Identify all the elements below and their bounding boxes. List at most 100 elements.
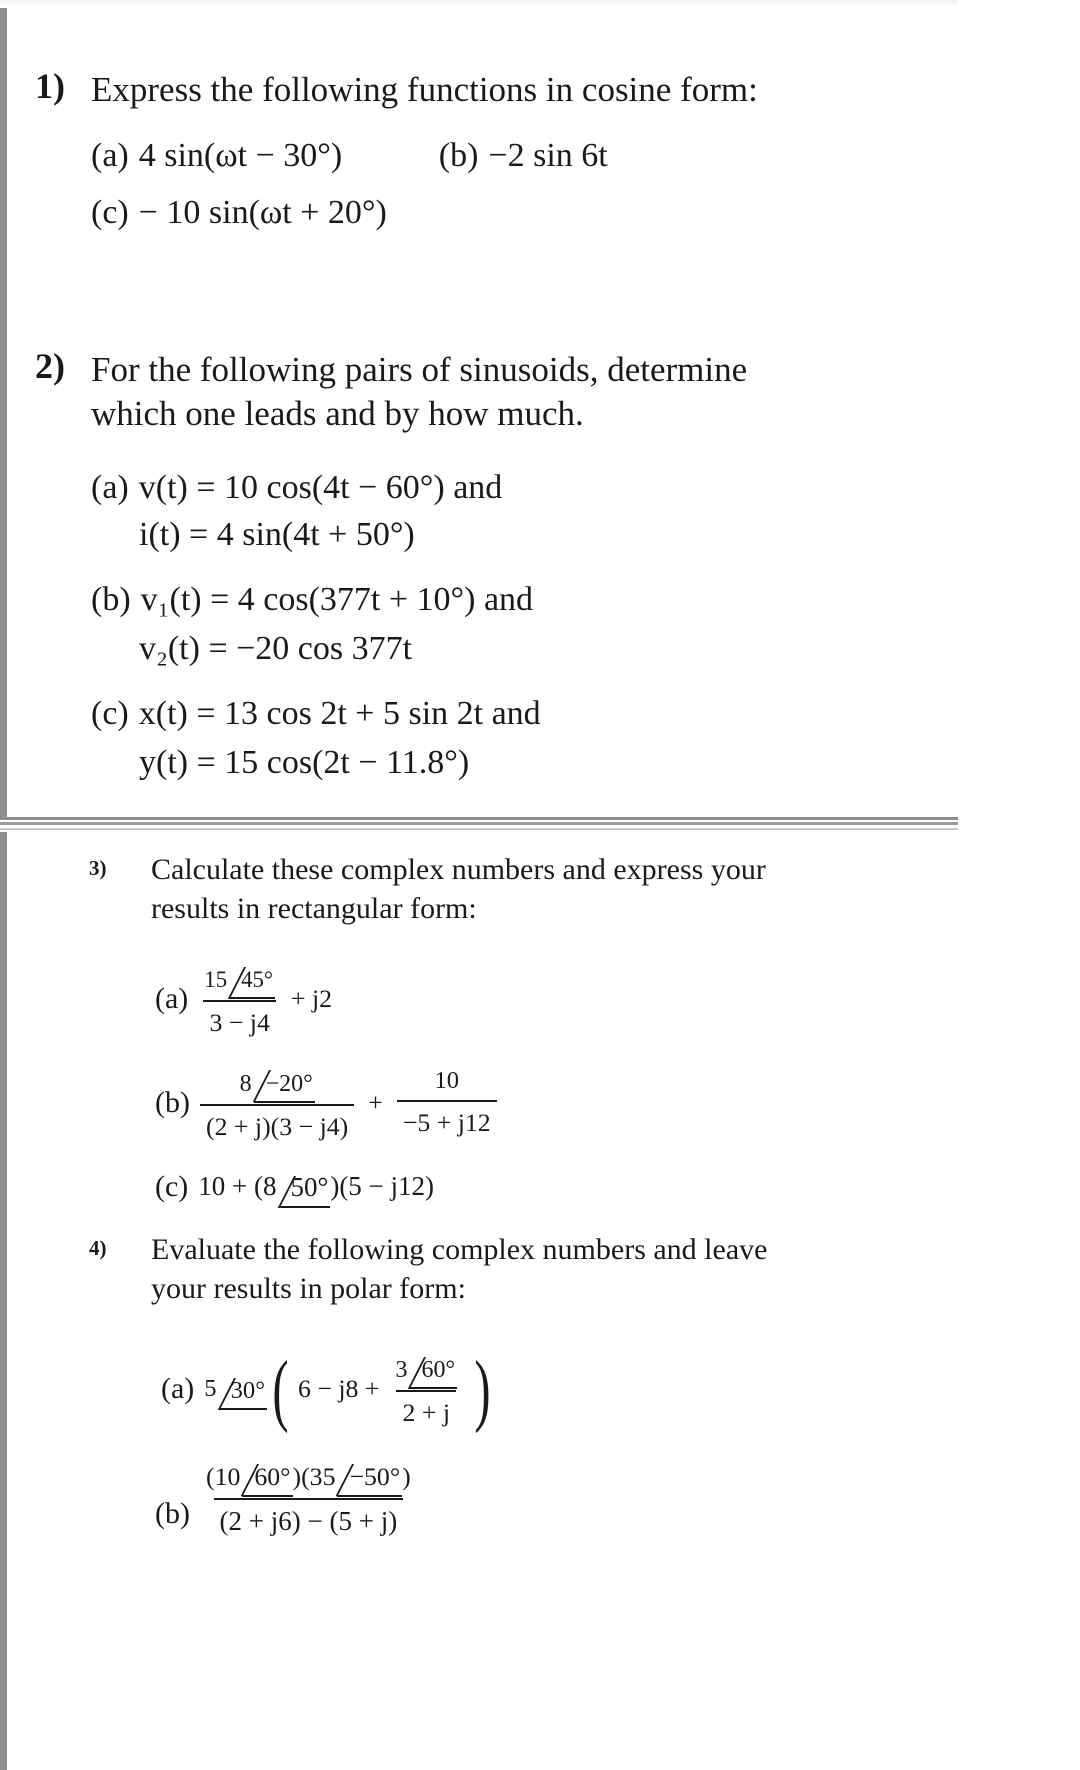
angle-icon: 60°	[407, 1348, 457, 1389]
problem-4-number: 4)	[89, 1236, 107, 1260]
problem-4a-inner-fraction: 3 60° 2 + j	[389, 1348, 463, 1430]
problem-2: 2) For the following pairs of sinusoids,…	[35, 348, 945, 788]
problem-3c-prefix: 10 + (8	[198, 1171, 277, 1202]
problem-4b-numerator-part-2-angle: −50°	[349, 1461, 401, 1491]
problem-1c-label: (c)	[91, 193, 129, 231]
problem-3a-label: (a)	[155, 982, 189, 1016]
problem-4a-inner-numerator-magnitude: 3	[395, 1357, 408, 1383]
problem-3b: (b) 8 −20° (2 + j)(3 − j4) + 10 −5 + j12	[151, 1062, 766, 1144]
scan-divider	[0, 822, 958, 832]
problem-3c: (c) 10 + (8 50°)(5 − j12)	[151, 1167, 766, 1209]
problem-4a-inner-numerator-angle: 60°	[421, 1357, 456, 1383]
problem-3b-denominator-2: −5 + j12	[396, 1100, 497, 1140]
divider-bar-light	[0, 828, 958, 830]
problem-3b-fraction-2: 10 −5 + j12	[396, 1065, 497, 1140]
problem-4a-group: ( 6 − j8 + 3 60° 2 + j )	[267, 1348, 496, 1430]
problem-2b: (b) v₁(t) = 4 cos(377t + 10°) and v₂(t) …	[91, 574, 747, 674]
problem-3-statement-line-1: Calculate these complex numbers and expr…	[151, 853, 766, 886]
problem-1a-label: (a)	[91, 136, 129, 174]
problem-3c-suffix: )(5 − j12)	[330, 1171, 435, 1202]
problem-3a-fraction: 15 45° 3 − j4	[198, 958, 281, 1040]
problem-2a-label: (a)	[91, 468, 129, 506]
problem-3-number: 3)	[89, 856, 107, 880]
problem-3-body: Calculate these complex numbers and expr…	[151, 850, 766, 1209]
problem-4-body: Evaluate the following complex numbers a…	[151, 1230, 767, 1539]
problem-1b-label: (b)	[438, 136, 479, 174]
upper-scan-block: 1) Express the following functions in co…	[0, 8, 958, 820]
problem-2-statement-line-1: For the following pairs of sinusoids, de…	[91, 350, 748, 389]
problem-1-row-2: (c) − 10 sin(ωt + 20°)	[91, 187, 758, 238]
problem-3b-label: (b)	[155, 1085, 190, 1119]
divider-bar-dark	[0, 822, 958, 825]
problem-2-body: For the following pairs of sinusoids, de…	[91, 348, 747, 788]
problem-3a-tail: + j2	[291, 984, 333, 1013]
problem-1b-expression: −2 sin 6t	[488, 136, 608, 174]
problem-3a-numerator-magnitude: 15	[204, 967, 228, 992]
problem-4a-inner-denominator: 2 + j	[396, 1390, 456, 1430]
problem-2c-line-2: y(t) = 15 cos(2t − 11.8°)	[139, 743, 470, 781]
problem-3a-numerator: 15 45°	[198, 958, 281, 1000]
problem-3-statement-line-2: results in rectangular form:	[151, 892, 477, 925]
problem-3b-numerator-1-magnitude: 8	[239, 1070, 252, 1097]
problem-2a-line-1: v(t) = 10 cos(4t − 60°) and	[138, 468, 503, 506]
lower-scan-block: 3) Calculate these complex numbers and e…	[0, 832, 958, 1770]
problem-2c: (c) x(t) = 13 cos 2t + 5 sin 2t and y(t)…	[91, 688, 747, 788]
worksheet-page: 1) Express the following functions in co…	[0, 0, 1080, 1770]
problem-3c-label: (c)	[155, 1170, 189, 1204]
angle-icon: 30°	[217, 1369, 268, 1411]
problem-1-row-1: (a) 4 sin(ωt − 30°) (b) −2 sin 6t	[91, 130, 758, 181]
problem-2c-line-1: x(t) = 13 cos 2t + 5 sin 2t and	[138, 694, 541, 732]
problem-4a-outer-magnitude: 5	[204, 1374, 217, 1402]
problem-1a-expression: 4 sin(ωt − 30°)	[138, 136, 343, 174]
problem-3a: (a) 15 45° 3 − j4 + j2	[151, 958, 766, 1040]
problem-4a-label: (a)	[161, 1372, 195, 1406]
angle-icon: 50°	[277, 1167, 331, 1209]
problem-4b-numerator-end: )	[402, 1461, 411, 1491]
problem-3b-numerator-1-angle: −20°	[265, 1070, 313, 1097]
problem-4b-numerator-part-1-magnitude: (10	[205, 1461, 241, 1491]
left-paren-icon: (	[272, 1343, 289, 1434]
problem-3a-numerator-angle: 45°	[241, 967, 274, 992]
page-right-margin	[958, 0, 1080, 1770]
problem-4-statement-line-1: Evaluate the following complex numbers a…	[151, 1233, 768, 1266]
problem-1c-expression: − 10 sin(ωt + 20°)	[138, 193, 387, 231]
problem-4b-fraction: (10 60°)(35 −50°) (2 + j6) − (5 + j)	[200, 1456, 417, 1539]
problem-4a: (a) 5 30° ( 6 − j8 + 3 60° 2 + j )	[151, 1348, 767, 1430]
problem-4b-denominator: (2 + j6) − (5 + j)	[213, 1497, 404, 1539]
angle-icon: 45°	[227, 958, 275, 999]
problem-3b-denominator-1: (2 + j)(3 − j4)	[199, 1103, 355, 1144]
problem-3b-operator: +	[368, 1087, 383, 1117]
problem-4b-numerator-part-1-angle: 60°	[254, 1461, 291, 1491]
problem-1-statement: Express the following functions in cosin…	[91, 70, 758, 109]
problem-2a: (a) v(t) = 10 cos(4t − 60°) and i(t) = 4…	[91, 462, 747, 560]
problem-4a-inner-numerator: 3 60°	[389, 1348, 463, 1390]
problem-2b-line-2: v₂(t) = −20 cos 377t	[139, 629, 413, 667]
problem-2-statement-line-2: which one leads and by how much.	[91, 393, 584, 433]
problem-1-body: Express the following functions in cosin…	[91, 68, 758, 238]
problem-4: 4) Evaluate the following complex number…	[89, 1230, 939, 1539]
problem-2b-line-1: v₁(t) = 4 cos(377t + 10°) and	[140, 580, 534, 618]
right-paren-icon: )	[474, 1343, 491, 1434]
problem-3b-numerator-2: 10	[434, 1067, 460, 1095]
page-top-edge	[0, 0, 1080, 6]
problem-3b-numerator-1: 8 −20°	[234, 1062, 321, 1104]
problem-3c-angle: 50°	[290, 1172, 329, 1203]
problem-4a-inner-lead: 6 − j8 +	[298, 1374, 380, 1403]
problem-2c-label: (c)	[91, 694, 129, 732]
angle-icon: −20°	[252, 1062, 315, 1103]
problem-4-statement-line-2: your results in polar form:	[151, 1272, 466, 1305]
problem-2-number: 2)	[35, 346, 65, 386]
angle-icon: 60°	[240, 1456, 293, 1497]
problem-4b-numerator-middle: )(35	[292, 1461, 336, 1491]
problem-2b-label: (b)	[91, 580, 131, 618]
angle-icon: −50°	[335, 1456, 402, 1497]
problem-2a-line-2: i(t) = 4 sin(4t + 50°)	[139, 515, 415, 553]
problem-3a-denominator: 3 − j4	[203, 1000, 276, 1040]
problem-1-number: 1)	[35, 66, 65, 106]
problem-3b-fraction-1: 8 −20° (2 + j)(3 − j4)	[199, 1062, 355, 1144]
problem-1: 1) Express the following functions in co…	[35, 68, 935, 238]
problem-3: 3) Calculate these complex numbers and e…	[89, 850, 929, 1209]
problem-4b: (b) (10 60°)(35 −50°) (2 + j6) − (5 + j)	[151, 1456, 767, 1539]
problem-4a-outer-angle: 30°	[230, 1377, 266, 1405]
problem-4b-label: (b)	[155, 1496, 190, 1530]
